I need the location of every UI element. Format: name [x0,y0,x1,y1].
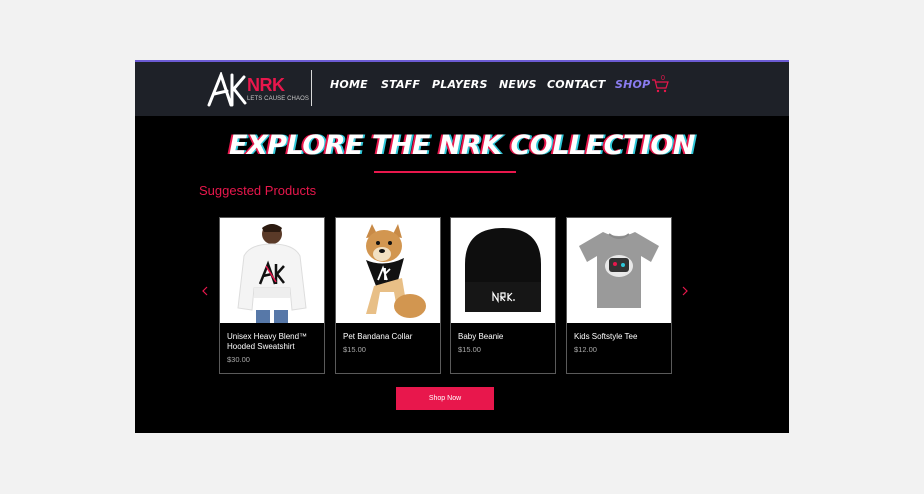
product-card-tee[interactable]: Kids Softstyle Tee $12.00 [566,217,672,374]
cart-button[interactable]: 0 [651,75,671,94]
carousel-prev-button[interactable] [202,286,208,299]
chevron-left-icon [202,286,208,296]
product-price: $15.00 [343,345,366,354]
section-title: Suggested Products [199,183,317,198]
nav-contact[interactable]: CONTACT [547,78,605,91]
nav-players[interactable]: PLAYERS [432,78,488,91]
product-price: $30.00 [227,355,250,364]
product-name[interactable]: Unisex Heavy Blend™ Hooded Sweatshirt [227,332,319,352]
nav-news[interactable]: NEWS [499,78,537,91]
product-name[interactable]: Baby Beanie [458,332,550,342]
shopping-cart-icon [652,79,669,93]
carousel-next-button[interactable] [682,286,688,299]
product-image-hoodie[interactable] [220,218,324,323]
product-image-bandana[interactable] [336,218,440,323]
page-title: EXPLORE THE NRK COLLECTION [229,130,695,161]
nav-home[interactable]: HOME [330,78,368,91]
product-card-hoodie[interactable]: Unisex Heavy Blend™ Hooded Sweatshirt $3… [219,217,325,374]
site-header: NRK LETS CAUSE CHAOS HOME STAFF PLAYERS … [135,60,789,116]
shop-now-button[interactable]: Shop Now [396,387,494,410]
product-image-tee[interactable] [567,218,671,323]
cart-count: 0 [661,75,665,82]
logo-tagline: LETS CAUSE CHAOS [247,96,309,102]
product-image-beanie[interactable] [451,218,555,323]
nav-staff[interactable]: STAFF [381,78,420,91]
product-price: $15.00 [458,345,481,354]
title-underline [374,171,516,173]
product-price: $12.00 [574,345,597,354]
site-frame: NRK LETS CAUSE CHAOS HOME STAFF PLAYERS … [135,60,789,433]
product-card-beanie[interactable]: Baby Beanie $15.00 [450,217,556,374]
logo-wordmark[interactable]: NRK [247,75,285,96]
header-divider [311,70,312,106]
chevron-right-icon [682,286,688,296]
product-name[interactable]: Kids Softstyle Tee [574,332,666,342]
product-card-bandana[interactable]: Pet Bandana Collar $15.00 [335,217,441,374]
nav-shop[interactable]: SHOP [615,78,650,91]
product-name[interactable]: Pet Bandana Collar [343,332,435,342]
